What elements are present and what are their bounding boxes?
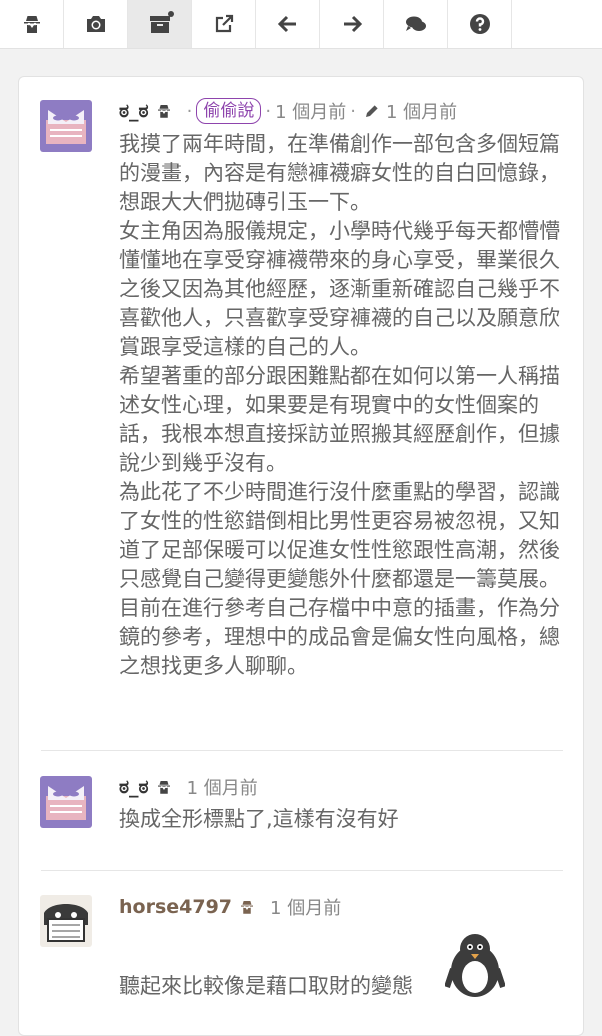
spy-icon: [157, 105, 170, 118]
help-button[interactable]: [448, 0, 512, 48]
spy-button[interactable]: [0, 0, 64, 48]
mask-avatar-icon: [40, 100, 92, 152]
post-card: ಠ_ಠ · 偷偷說 · 1 個月前 · 1 個月前 我摸了兩年時間，在準備創作一…: [18, 76, 584, 1036]
post-meta: ಠ_ಠ · 偷偷說 · 1 個月前 · 1 個月前: [119, 98, 457, 124]
post-avatar[interactable]: [40, 100, 92, 152]
question-icon: [469, 14, 490, 34]
external-link-button[interactable]: [192, 0, 256, 48]
post-author[interactable]: ಠ_ಠ: [119, 100, 149, 122]
cartoon-avatar-icon: [40, 895, 92, 947]
reply-body: 換成全形標點了,這樣有沒有好: [119, 805, 567, 834]
post-body: 我摸了兩年時間，在準備創作一部包含多個短篇的漫畫，內容是有戀褲襪癖女性的自白回憶…: [119, 130, 567, 681]
reply-text: 換成全形標點了,這樣有沒有好: [119, 807, 399, 831]
camera-button[interactable]: [64, 0, 128, 48]
archive-button[interactable]: [128, 0, 192, 48]
post-paragraph: 我摸了兩年時間，在準備創作一部包含多個短篇的漫畫，內容是有戀褲襪癖女性的自白回憶…: [119, 132, 560, 214]
comments-icon: [405, 16, 426, 31]
divider: [41, 870, 563, 871]
spy-icon: [241, 901, 254, 914]
arrow-left-icon: [277, 15, 296, 33]
reply-meta: horse4797 1 個月前: [119, 894, 341, 920]
post-paragraph: 目前在進行參考自己存檔中中意的插畫，作為分鏡的參考，理想中的成品會是偏女性向風格…: [119, 596, 560, 678]
post-paragraph: 希望著重的部分跟困難點都在如何以第一人稱描述女性心理，如果要是有現實中的女性個案…: [119, 364, 560, 475]
penguin-sticker-icon: [445, 934, 505, 997]
separator: ·: [265, 100, 272, 122]
forward-button[interactable]: [320, 0, 384, 48]
spy-icon: [23, 16, 40, 33]
reply-avatar[interactable]: [40, 776, 92, 828]
reply-avatar[interactable]: [40, 895, 92, 947]
toolbar: [0, 0, 602, 49]
divider: [41, 750, 563, 751]
post-paragraph: 女主角因為服儀規定，小學時代幾乎每天都懵懵懂懂地在享受穿褲襪帶來的身心享受，畢業…: [119, 219, 560, 359]
external-link-icon: [215, 14, 233, 33]
reply-time[interactable]: 1 個月前: [187, 774, 258, 800]
pencil-icon: [366, 105, 378, 117]
reply-author[interactable]: horse4797: [119, 896, 232, 918]
mask-avatar-icon: [40, 776, 92, 828]
notification-dot: [168, 11, 174, 17]
separator: ·: [186, 100, 193, 122]
post-edited-time[interactable]: 1 個月前: [386, 98, 457, 124]
reply-meta: ಠ_ಠ 1 個月前: [119, 774, 258, 800]
spy-icon: [157, 781, 170, 794]
separator: ·: [350, 100, 356, 122]
post-time[interactable]: 1 個月前: [275, 98, 346, 124]
post-paragraph: 為此花了不少時間進行沒什麼重點的學習，認識了女性的性慾錯倒相比男性更容易被忽視，…: [119, 480, 560, 591]
reply-time[interactable]: 1 個月前: [270, 894, 341, 920]
comments-button[interactable]: [384, 0, 448, 48]
arrow-right-icon: [343, 15, 362, 33]
post-tag[interactable]: 偷偷說: [196, 98, 262, 124]
camera-icon: [86, 16, 105, 32]
back-button[interactable]: [256, 0, 320, 48]
reply-author[interactable]: ಠ_ಠ: [119, 776, 149, 798]
